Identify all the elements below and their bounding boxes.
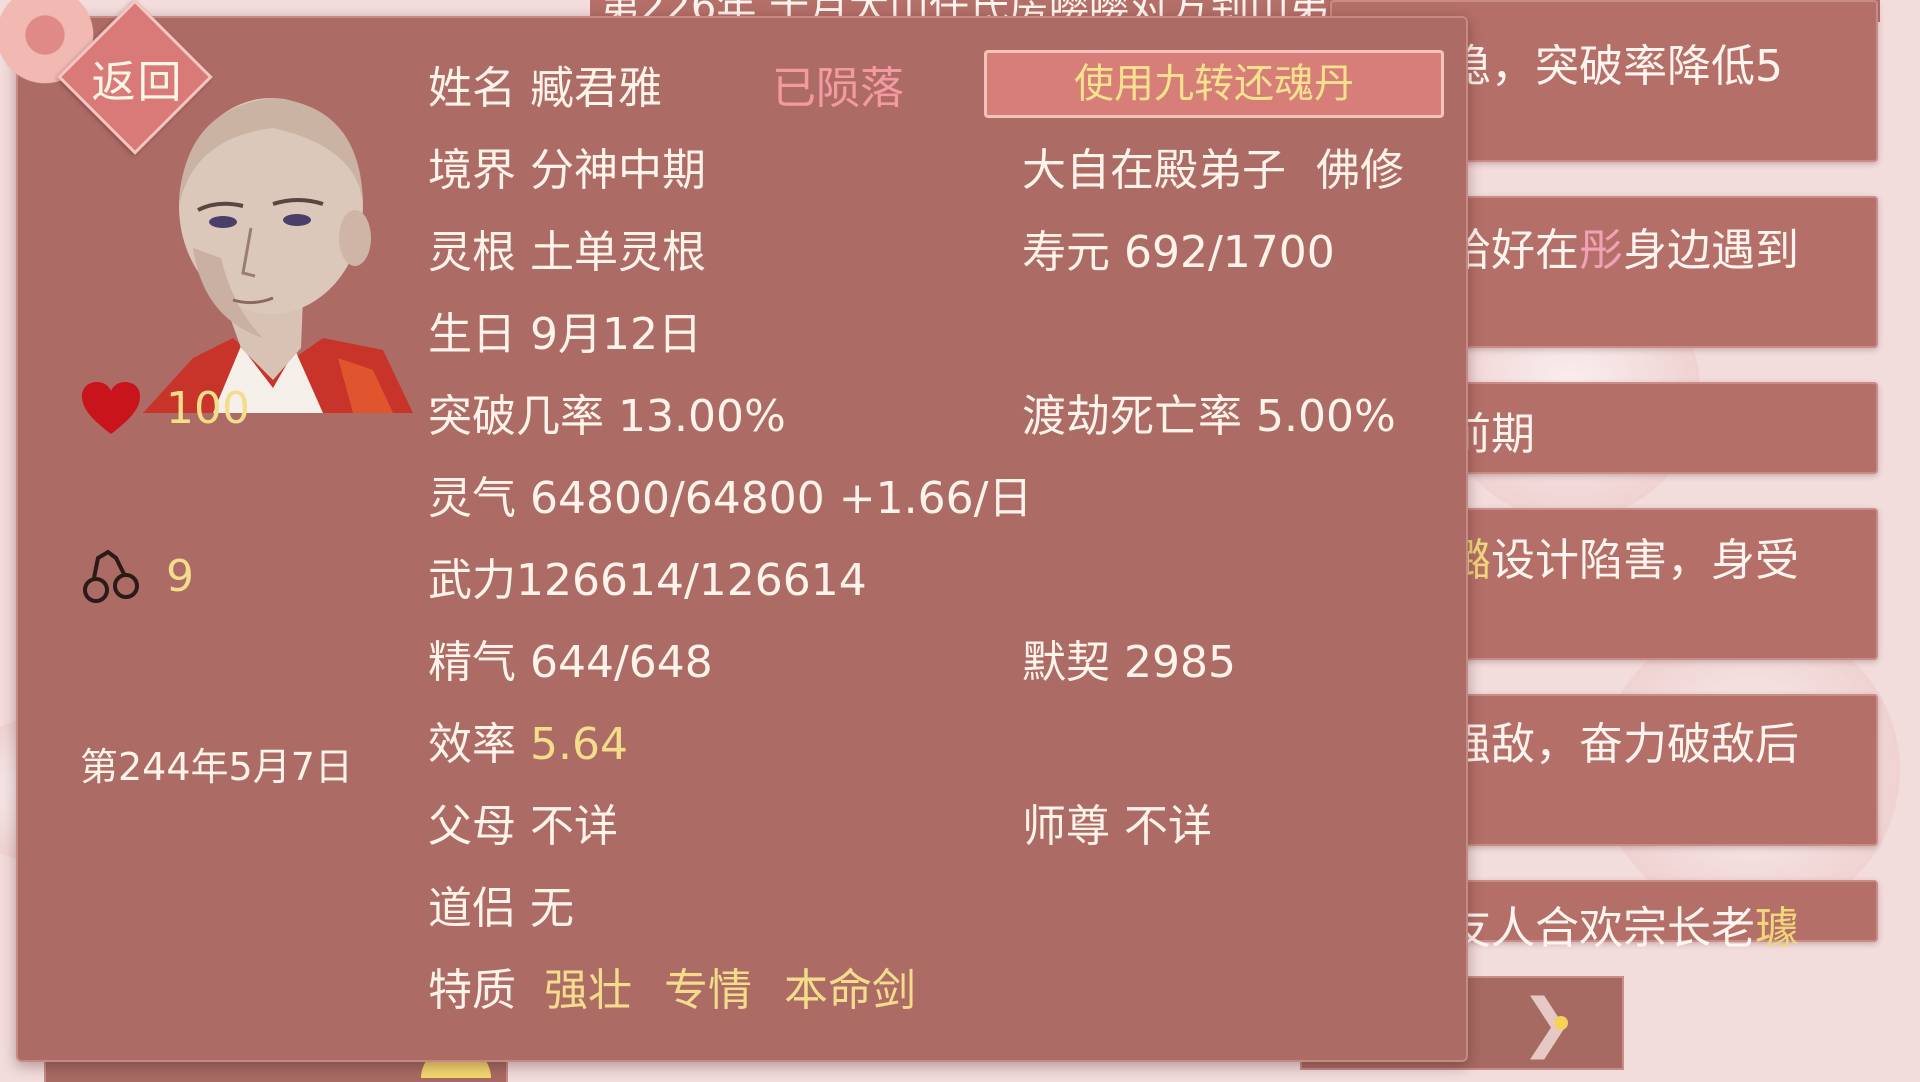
handcuffs-icon [83, 549, 139, 603]
character-info-panel: 100 9 第244年5月7日 姓名 臧君雅 已陨落 使用九转还魂丹 境界 分神中期… [16, 16, 1468, 1062]
notification-dot [1554, 1016, 1568, 1030]
event-log-text: 强敌，奋力破敌后 [1447, 719, 1799, 770]
force-row: 武力126614/126614 [428, 555, 867, 606]
character-portrait [143, 98, 413, 413]
name-row: 姓名 臧君雅 [428, 63, 662, 114]
rapport-row: 默契 2985 [1022, 637, 1236, 688]
partner-row: 道侣无 [428, 883, 574, 934]
trait-item[interactable]: 本命剑 [784, 965, 916, 1016]
status-badge: 已陨落 [772, 63, 904, 114]
trait-item[interactable]: 专情 [664, 965, 752, 1016]
lifespan-row: 寿元 692/1700 [1022, 227, 1335, 278]
master-row: 师尊 不详 [1022, 801, 1212, 852]
realm-row: 境界 分神中期 [428, 145, 706, 196]
revive-pill-button[interactable]: 使用九转还魂丹 [984, 50, 1444, 118]
back-button-label[interactable]: 返回 [80, 46, 195, 110]
character-name: 臧君雅 [530, 63, 662, 114]
parents-row: 父母 不详 [428, 801, 618, 852]
game-date: 第244年5月7日 [80, 745, 353, 789]
next-arrow-button[interactable]: ❯ [1512, 978, 1582, 1068]
efficiency-row: 效率 5.64 [428, 719, 628, 770]
tribulation-row: 渡劫死亡率 5.00% [1022, 391, 1396, 442]
event-log-text: 恰好在彤身边遇到 [1447, 225, 1799, 276]
birthday-row: 生日 9月12日 [428, 309, 702, 360]
sect-row: 大自在殿弟子 佛修 [1022, 134, 1404, 198]
health-value: 100 [166, 382, 250, 434]
traits-row: 特质 强壮 专情 本命剑 [428, 965, 916, 1016]
event-log-highlight: 璩 [1755, 903, 1799, 954]
event-log-highlight: 彤 [1579, 225, 1623, 276]
event-log-text: 友人合欢宗长老璩 [1447, 903, 1799, 954]
sect-name: 大自在殿弟子 [1022, 145, 1286, 196]
essence-row: 精气 644/648 [428, 637, 713, 688]
spirit-root-row: 灵根 土单灵根 [428, 227, 706, 278]
heart-icon [82, 382, 140, 434]
bonds-value: 9 [166, 550, 194, 602]
bonds-stat: 9 [80, 546, 194, 606]
event-log-text: 璐设计陷害，身受 [1447, 535, 1799, 586]
cultivation-path: 佛修 [1316, 145, 1404, 196]
trait-item[interactable]: 强壮 [544, 965, 632, 1016]
breakthrough-row: 突破几率 13.00% [428, 391, 786, 442]
spirit-energy-row: 灵气 64800/64800 +1.66/日 [428, 473, 1033, 524]
health-stat: 100 [80, 380, 250, 436]
event-log-text: 稳，突破率降低5 [1447, 41, 1783, 92]
